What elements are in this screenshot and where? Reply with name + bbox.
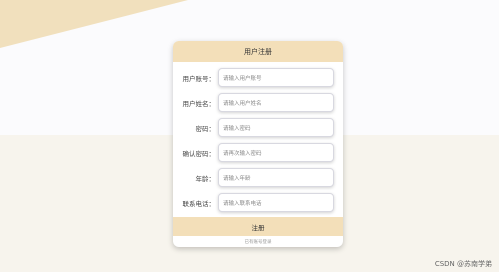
register-title: 用户注册 xyxy=(173,41,343,62)
password-input[interactable]: 请输入密码 xyxy=(218,118,334,137)
confirm-password-row: 确认密码： 请再次输入密码 xyxy=(173,143,343,162)
name-row: 用户姓名： 请输入用户姓名 xyxy=(173,93,343,112)
login-link[interactable]: 已有账号登录 xyxy=(173,237,343,246)
confirm-password-input[interactable]: 请再次输入密码 xyxy=(218,143,334,162)
account-label: 用户账号： xyxy=(182,74,216,83)
watermark-text: CSDN @苏南学弟 xyxy=(434,260,492,268)
register-card: 用户注册 用户账号： 请输入用户账号 用户姓名： 请输入用户姓名 密码： 请输入… xyxy=(173,41,343,247)
password-row: 密码： 请输入密码 xyxy=(173,118,343,137)
register-button[interactable]: 注册 xyxy=(173,217,343,236)
age-label: 年龄： xyxy=(195,174,216,183)
age-input[interactable]: 请输入年龄 xyxy=(218,168,334,187)
age-row: 年龄： 请输入年龄 xyxy=(173,168,343,187)
name-label: 用户姓名： xyxy=(182,99,216,108)
phone-input[interactable]: 请输入联系电话 xyxy=(218,193,334,212)
account-row: 用户账号： 请输入用户账号 xyxy=(173,68,343,87)
phone-row: 联系电话： 请输入联系电话 xyxy=(173,193,343,212)
confirm-password-label: 确认密码： xyxy=(182,149,216,158)
phone-label: 联系电话： xyxy=(182,199,216,208)
account-input[interactable]: 请输入用户账号 xyxy=(218,68,334,87)
name-input[interactable]: 请输入用户姓名 xyxy=(218,93,334,112)
password-label: 密码： xyxy=(195,124,216,133)
